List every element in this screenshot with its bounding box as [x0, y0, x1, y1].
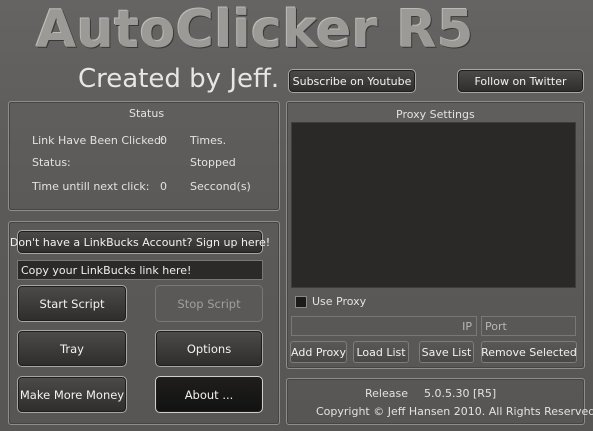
status-panel-title: Status — [129, 107, 165, 120]
proxy-list[interactable] — [291, 122, 576, 288]
proxy-ip-input[interactable]: IP — [291, 316, 477, 336]
linkbucks-signup-button[interactable]: Don't have a LinkBucks Account? Sign up … — [10, 230, 270, 254]
make-more-money-button[interactable]: Make More Money — [17, 376, 127, 413]
tray-button[interactable]: Tray — [17, 330, 127, 367]
remove-selected-button[interactable]: Remove Selected — [481, 341, 577, 363]
use-proxy-checkbox[interactable] — [295, 296, 307, 308]
release-version: 5.0.5.30 [R5] — [424, 387, 497, 400]
clicked-label: Link Have Been Clicked: — [32, 134, 165, 147]
options-button[interactable]: Options — [155, 330, 263, 367]
proxy-port-input[interactable]: Port — [481, 316, 576, 336]
release-label: Release — [365, 387, 408, 400]
proxy-port-placeholder: Port — [485, 319, 507, 333]
subscribe-youtube-button[interactable]: Subscribe on Youtube — [288, 69, 416, 93]
follow-twitter-button[interactable]: Follow on Twitter — [457, 69, 584, 93]
load-list-button[interactable]: Load List — [353, 341, 409, 363]
app-window: AutoClicker R5 Created by Jeff. Subscrib… — [0, 0, 593, 431]
about-button[interactable]: About ... — [155, 376, 263, 413]
proxy-ip-placeholder: IP — [462, 319, 472, 333]
app-subtitle: Created by Jeff. — [78, 64, 280, 94]
proxy-settings-title: Proxy Settings — [396, 108, 475, 121]
next-click-label: Time untill next click: — [32, 180, 150, 193]
stop-script-button[interactable]: Stop Script — [155, 285, 263, 322]
next-click-unit: Seccond(s) — [190, 180, 251, 193]
clicked-unit: Times. — [190, 134, 227, 147]
clicked-value: 0 — [160, 134, 167, 147]
add-proxy-button[interactable]: Add Proxy — [290, 341, 347, 363]
use-proxy-label: Use Proxy — [312, 295, 367, 308]
status-value: Stopped — [190, 156, 236, 169]
start-script-button[interactable]: Start Script — [17, 285, 127, 322]
save-list-button[interactable]: Save List — [419, 341, 474, 363]
copyright-text: Copyright © Jeff Hansen 2010. All Rights… — [316, 405, 593, 418]
status-label: Status: — [32, 156, 71, 169]
linkbucks-link-input[interactable]: Copy your LinkBucks link here! — [17, 260, 263, 280]
app-title: AutoClicker R5 — [36, 0, 474, 60]
next-click-value: 0 — [160, 180, 167, 193]
